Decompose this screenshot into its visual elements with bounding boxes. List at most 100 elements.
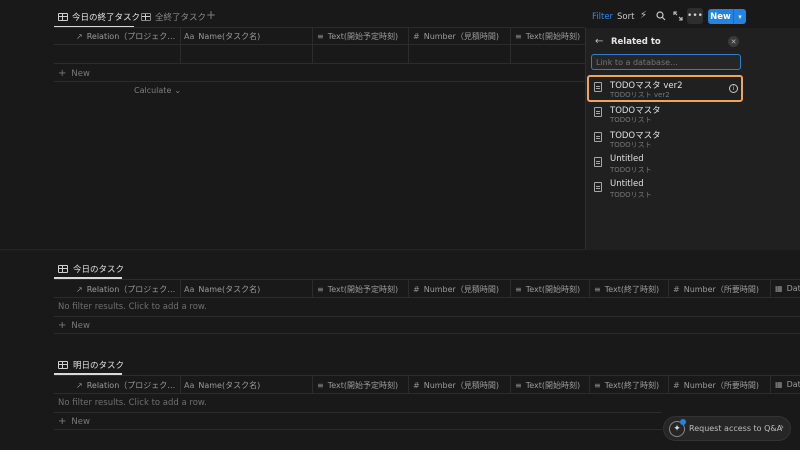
column-header-estimate[interactable]: # Number（見積時間) [413, 31, 509, 42]
empty-state-text[interactable]: No filter results. Click to add a row. [58, 302, 207, 312]
column-header-end[interactable]: ≡ Text(終了時刻) [594, 380, 667, 391]
column-header-date[interactable]: ▦ Dat [775, 380, 800, 389]
lines-icon: ≡ [317, 381, 324, 390]
database-item[interactable]: TODOマスタ TODOリスト [594, 102, 744, 127]
divider [54, 429, 662, 430]
database-search-input[interactable] [591, 54, 741, 70]
hash-icon: # [413, 32, 420, 41]
divider [180, 279, 181, 297]
divider [510, 279, 511, 297]
more-options-button[interactable]: ••• [687, 8, 703, 24]
hash-icon: # [673, 381, 680, 390]
lines-icon: ≡ [515, 381, 522, 390]
table-icon [141, 13, 151, 21]
notification-dot-icon [680, 419, 686, 425]
divider [312, 279, 313, 297]
column-header-start[interactable]: ≡ Text(開始時刻) [515, 380, 588, 391]
column-header-relation[interactable]: ↗ Relation（プロジェク… [76, 380, 180, 391]
column-header-relation[interactable]: ↗ Relation（プロジェク… [76, 284, 180, 295]
add-view-button[interactable]: + [206, 8, 216, 22]
divider [54, 81, 585, 82]
divider [668, 279, 669, 297]
empty-state-text[interactable]: No filter results. Click to add a row. [58, 398, 207, 408]
calendar-icon: ▦ [775, 284, 783, 293]
divider [180, 375, 181, 393]
column-header-relation[interactable]: ↗ Relation（プロジェク… [76, 31, 180, 42]
database-item[interactable]: TODOマスタ ver2 TODOリスト ver2 [594, 77, 744, 102]
lines-icon: ≡ [317, 285, 324, 294]
column-header-planned-start[interactable]: ≡ Text(開始予定時刻) [317, 284, 407, 295]
database-item[interactable]: Untitled TODOリスト [594, 177, 744, 202]
search-icon[interactable] [656, 11, 666, 24]
column-header-planned-start[interactable]: ≡ Text(開始予定時刻) [317, 380, 407, 391]
column-header-duration[interactable]: # Number（所要時間) [673, 284, 769, 295]
divider [54, 375, 800, 376]
lightning-icon[interactable]: ⚡ [640, 10, 647, 21]
database-item[interactable]: Untitled TODOリスト [594, 152, 744, 177]
request-access-button[interactable]: ✦ Request access to Q&A › [663, 416, 791, 441]
hash-icon: # [413, 285, 420, 294]
tab-all-finished[interactable]: 全終了タスク [141, 11, 206, 23]
chevron-right-icon: › [780, 422, 784, 433]
column-header-estimate[interactable]: # Number（見積時間) [413, 380, 509, 391]
back-arrow-icon[interactable]: ← [595, 36, 603, 47]
document-icon [594, 157, 602, 167]
chevron-down-icon[interactable]: ▾ [734, 9, 746, 24]
document-icon [594, 107, 602, 117]
section-title-tomorrow[interactable]: 明日のタスク [58, 359, 124, 371]
hash-icon: # [673, 285, 680, 294]
close-icon[interactable]: ✕ [728, 36, 739, 47]
section-title-today[interactable]: 今日のタスク [58, 263, 124, 275]
column-header-planned-start[interactable]: ≡ Text(開始予定時刻) [317, 31, 407, 42]
column-header-start[interactable]: ≡ Text(開始時刻) [515, 284, 588, 295]
divider [54, 333, 800, 334]
text-aa-icon: Aa [184, 32, 195, 41]
text-aa-icon: Aa [184, 381, 195, 390]
column-header-date[interactable]: ▦ Dat [775, 284, 800, 293]
panel-title: Related to [611, 37, 661, 47]
column-header-name[interactable]: Aa Name(タスク名) [184, 380, 310, 391]
divider [54, 316, 800, 317]
new-row-button[interactable]: + New [58, 68, 90, 79]
lines-icon: ≡ [594, 285, 601, 294]
divider [54, 63, 585, 64]
column-header-estimate[interactable]: # Number（見積時間) [413, 284, 509, 295]
table-icon [58, 13, 68, 21]
calculate-button[interactable]: Calculate ⌄ [134, 86, 181, 95]
divider [54, 297, 800, 298]
column-header-start[interactable]: ≡ Text(開始時刻) [515, 31, 585, 42]
divider [312, 375, 313, 393]
divider [770, 375, 771, 393]
divider [54, 279, 800, 280]
lines-icon: ≡ [317, 32, 324, 41]
divider [180, 27, 181, 63]
lines-icon: ≡ [594, 381, 601, 390]
divider [510, 375, 511, 393]
divider [408, 27, 409, 63]
new-row-button[interactable]: + New [58, 416, 90, 427]
filter-button[interactable]: Filter [592, 12, 613, 22]
column-header-duration[interactable]: # Number（所要時間) [673, 380, 769, 391]
calendar-icon: ▦ [775, 380, 783, 389]
tab-label: 今日の終了タスク [72, 13, 141, 23]
column-header-end[interactable]: ≡ Text(終了時刻) [594, 284, 667, 295]
divider [668, 375, 669, 393]
tab-today-finished[interactable]: 今日の終了タスク [58, 11, 140, 23]
new-row-button[interactable]: + New [58, 320, 90, 331]
expand-icon[interactable] [673, 11, 683, 24]
chevron-down-icon: ⌄ [174, 86, 182, 95]
new-button[interactable]: New ▾ [708, 9, 746, 24]
column-header-name[interactable]: Aa Name(タスク名) [184, 31, 310, 42]
plus-icon: + [58, 68, 67, 79]
info-icon[interactable]: i [729, 84, 738, 93]
divider [54, 412, 662, 413]
database-item[interactable]: TODOマスタ TODOリスト [594, 127, 744, 152]
divider [54, 27, 585, 28]
hash-icon: # [413, 381, 420, 390]
divider [589, 375, 590, 393]
column-header-name[interactable]: Aa Name(タスク名) [184, 284, 310, 295]
arrow-up-right-icon: ↗ [76, 381, 83, 390]
lines-icon: ≡ [515, 32, 522, 41]
sort-button[interactable]: Sort [617, 12, 634, 22]
plus-icon: + [58, 416, 67, 427]
